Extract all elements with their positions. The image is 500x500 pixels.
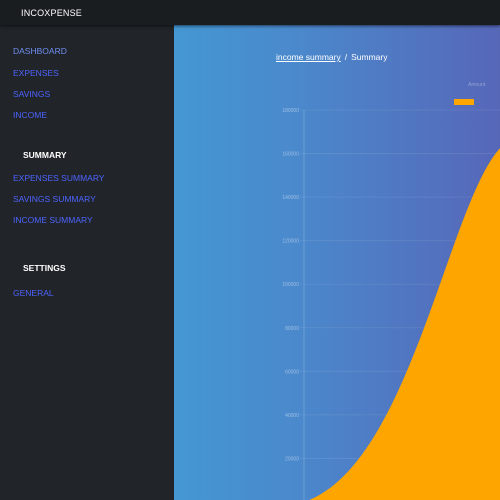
sidebar-item-income-summary[interactable]: INCOME SUMMARY bbox=[13, 215, 93, 225]
summary-heading: SUMMARY bbox=[23, 150, 67, 160]
sidebar-item-expenses-summary[interactable]: EXPENSES SUMMARY bbox=[13, 173, 104, 183]
app-brand[interactable]: INCOXPENSE bbox=[21, 8, 82, 18]
y-tick-label: 40000 bbox=[285, 413, 299, 419]
sidebar-item-general[interactable]: GENERAL bbox=[13, 288, 54, 298]
series-area bbox=[308, 148, 500, 500]
y-axis-ticks: 180000 160000 140000 120000 100000 80000 60000… bbox=[282, 108, 299, 462]
sidebar-item-expenses[interactable]: EXPENSES bbox=[13, 68, 59, 78]
settings-heading: SETTINGS bbox=[23, 263, 66, 273]
y-tick-label: 140000 bbox=[282, 195, 299, 201]
y-tick-label: 60000 bbox=[285, 369, 299, 375]
y-tick-label: 80000 bbox=[285, 326, 299, 332]
sidebar-item-dashboard[interactable]: DASHBOARD bbox=[13, 46, 67, 56]
sidebar-item-savings[interactable]: SAVINGS bbox=[13, 89, 50, 99]
sidebar: DASHBOARD EXPENSES SAVINGS INCOME SUMMAR… bbox=[0, 25, 174, 500]
y-tick-label: 180000 bbox=[282, 108, 299, 114]
y-tick-label: 120000 bbox=[282, 239, 299, 245]
top-navbar: INCOXPENSE bbox=[0, 0, 500, 25]
y-tick-label: 100000 bbox=[282, 282, 299, 288]
sidebar-item-income[interactable]: INCOME bbox=[13, 110, 47, 120]
sidebar-item-savings-summary[interactable]: SAVINGS SUMMARY bbox=[13, 194, 96, 204]
income-chart: 180000 160000 140000 120000 100000 80000 60000… bbox=[282, 108, 500, 500]
y-tick-label: 20000 bbox=[285, 456, 299, 462]
y-tick-label: 160000 bbox=[282, 152, 299, 158]
main-content: income summary / Summary Amount 180000 1600… bbox=[174, 25, 500, 500]
